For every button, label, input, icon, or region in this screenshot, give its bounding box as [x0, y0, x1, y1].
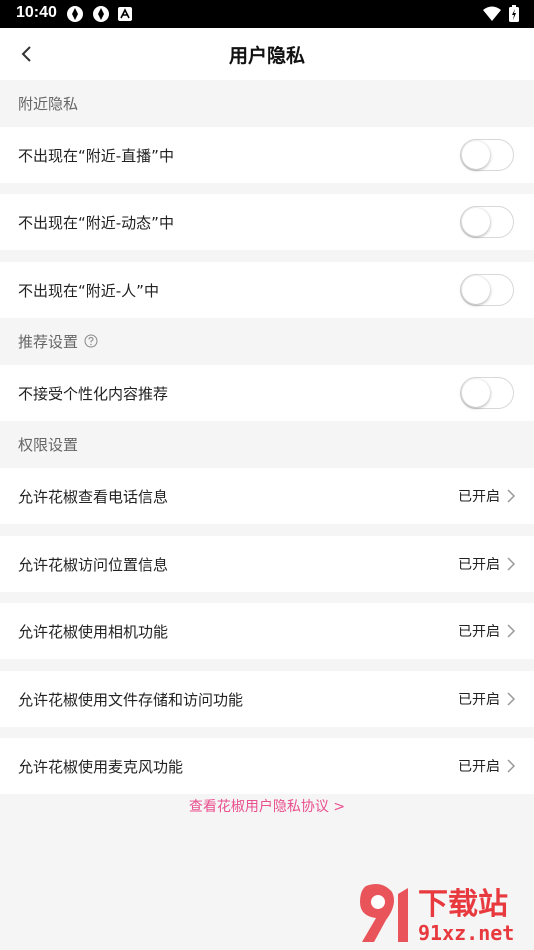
- chevron-right-icon: [507, 489, 516, 503]
- toggle-switch[interactable]: [460, 139, 514, 171]
- permission-row-camera[interactable]: 允许花椒使用相机功能 已开启: [0, 603, 534, 659]
- row-label: 不接受个性化内容推荐: [18, 384, 169, 403]
- permission-status: 已开启: [458, 759, 500, 775]
- row-label: 允许花椒查看电话信息: [18, 487, 169, 506]
- toggle-row-nearby-feed: 不出现在“附近-动态”中: [0, 194, 534, 250]
- app-notification-icon: [93, 6, 109, 22]
- permission-status: 已开启: [458, 692, 500, 708]
- permission-status: 已开启: [458, 624, 500, 640]
- row-label: 允许花椒访问位置信息: [18, 555, 169, 574]
- status-bar: 10:40: [0, 0, 534, 28]
- row-label: 不出现在“附近-直播”中: [18, 146, 174, 165]
- permission-row-microphone[interactable]: 允许花椒使用麦克风功能 已开启: [0, 738, 534, 794]
- section-header-nearby: 附近隐私: [0, 80, 534, 126]
- chevron-right-icon: [507, 692, 516, 706]
- toggle-switch[interactable]: [460, 274, 514, 306]
- chevron-right-icon: [507, 759, 516, 773]
- toggle-row-personalized: 不接受个性化内容推荐: [0, 365, 534, 421]
- toggle-knob: [462, 276, 490, 304]
- page-title: 用户隐私: [228, 45, 305, 67]
- toggle-knob: [462, 208, 490, 236]
- status-time: 10:40: [16, 4, 57, 21]
- toggle-switch[interactable]: [460, 377, 514, 409]
- nav-bar: 用户隐私: [0, 28, 534, 80]
- toggle-row-nearby-live: 不出现在“附近-直播”中: [0, 127, 534, 183]
- section-title: 推荐设置: [18, 332, 79, 351]
- permission-row-location[interactable]: 允许花椒访问位置信息 已开启: [0, 536, 534, 592]
- a-notification-icon: [118, 7, 132, 21]
- chevron-right-icon: [507, 624, 516, 638]
- permission-row-storage[interactable]: 允许花椒使用文件存储和访问功能 已开启: [0, 671, 534, 727]
- toggle-knob: [462, 141, 490, 169]
- row-label: 不出现在“附近-动态”中: [18, 213, 174, 232]
- section-header-recommend: 推荐设置: [0, 318, 534, 364]
- watermark-title: 下载站: [418, 887, 508, 922]
- section-title: 权限设置: [18, 435, 79, 454]
- battery-icon: [509, 5, 519, 22]
- permission-row-phone[interactable]: 允许花椒查看电话信息 已开启: [0, 468, 534, 524]
- toggle-row-nearby-people: 不出现在“附近-人”中: [0, 262, 534, 318]
- section-header-permission: 权限设置: [0, 421, 534, 467]
- watermark-site: 91xz.net: [418, 921, 514, 945]
- row-label: 允许花椒使用相机功能: [18, 622, 169, 641]
- row-label: 不出现在“附近-人”中: [18, 281, 159, 300]
- privacy-agreement-link[interactable]: 查看花椒用户隐私协议 >: [0, 796, 534, 816]
- permission-status: 已开启: [458, 489, 500, 505]
- wifi-icon: [483, 6, 501, 21]
- toggle-switch[interactable]: [460, 206, 514, 238]
- permission-status: 已开启: [458, 557, 500, 573]
- app-notification-icon: [67, 6, 83, 22]
- row-label: 允许花椒使用麦克风功能: [18, 757, 184, 776]
- chevron-right-icon: [507, 557, 516, 571]
- row-label: 允许花椒使用文件存储和访问功能: [18, 690, 244, 709]
- help-icon[interactable]: [84, 334, 98, 348]
- watermark-logo: 下载站 91xz.net: [360, 884, 514, 945]
- section-title: 附近隐私: [18, 94, 79, 113]
- toggle-knob: [462, 379, 490, 407]
